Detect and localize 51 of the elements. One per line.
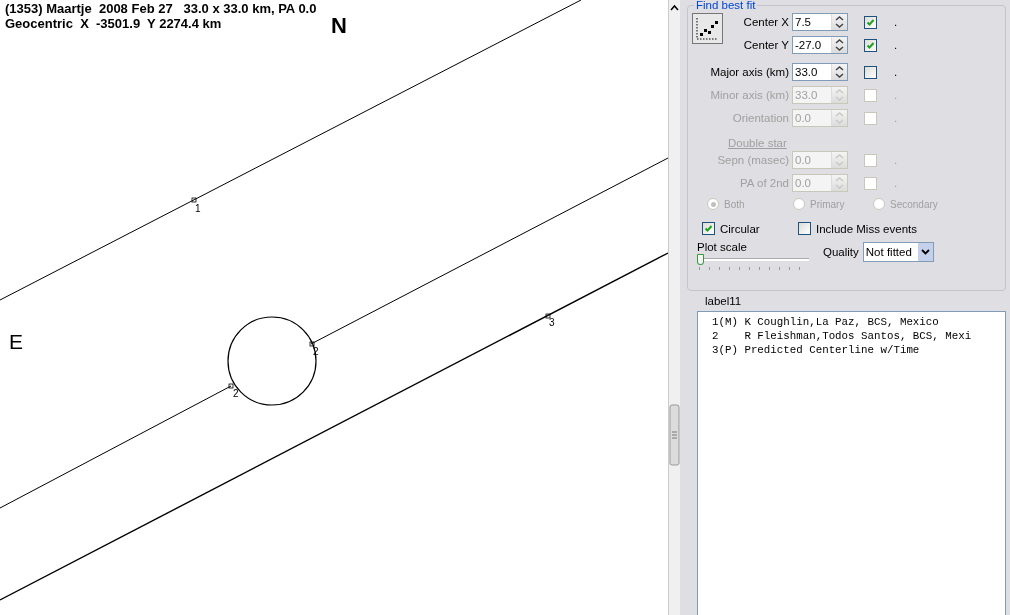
list-label: label11 bbox=[705, 294, 742, 308]
field-label: Minor axis (km) bbox=[710, 89, 790, 101]
spin-field[interactable]: 33.0 bbox=[792, 63, 848, 81]
spin-field[interactable]: 7.5 bbox=[792, 13, 848, 31]
quality-dropdown[interactable]: Not fitted bbox=[862, 242, 934, 262]
checkbox[interactable] bbox=[798, 222, 811, 235]
chord-label: 2 bbox=[233, 388, 239, 399]
plot-scale-slider[interactable] bbox=[697, 254, 809, 264]
plot-scale-label: Plot scale bbox=[697, 241, 748, 253]
checkbox-label: . bbox=[893, 66, 899, 78]
checkbox-label: . bbox=[893, 39, 899, 51]
checkbox[interactable] bbox=[864, 15, 877, 29]
field-label: PA of 2nd bbox=[739, 177, 790, 189]
field-label: Center Y bbox=[743, 39, 790, 51]
field-label: Center X bbox=[743, 16, 790, 28]
checkbox-label: . bbox=[893, 112, 899, 124]
north-label: N bbox=[331, 14, 347, 38]
field-label: Sepn (masec) bbox=[717, 154, 790, 166]
checkbox-label: . bbox=[893, 89, 899, 101]
checkbox[interactable] bbox=[864, 38, 877, 52]
radio-label: Primary bbox=[810, 198, 845, 210]
event-marker bbox=[309, 341, 315, 347]
checkbox[interactable] bbox=[702, 222, 715, 235]
event-title: (1353) Maartje 2008 Feb 27 33.0 x 33.0 km, PA 0.0 bbox=[5, 1, 317, 16]
quality-label: Quality bbox=[823, 246, 859, 258]
list-item[interactable]: 2 R Fleishman,Todos Santos, BCS, Mexi bbox=[712, 329, 972, 343]
chord-label: 3 bbox=[549, 317, 555, 328]
checkbox-label: . bbox=[893, 177, 899, 189]
fit-chart-button[interactable] bbox=[692, 13, 723, 44]
field-label: Major axis (km) bbox=[710, 66, 790, 78]
east-label: E bbox=[9, 330, 23, 354]
slider-thumb[interactable] bbox=[697, 254, 704, 265]
checkbox-label: . bbox=[893, 16, 899, 28]
list-item[interactable]: 3(P) Predicted Centerline w/Time bbox=[712, 343, 920, 357]
radio-label: Secondary bbox=[890, 198, 938, 210]
checkbox-label: Circular bbox=[720, 222, 760, 235]
checkbox[interactable] bbox=[864, 65, 877, 79]
radio-label: Both bbox=[724, 198, 745, 210]
scatter-chart-icon bbox=[695, 16, 720, 41]
scrollbar-drawing[interactable] bbox=[669, 0, 680, 615]
spin-field[interactable]: -27.0 bbox=[792, 36, 848, 54]
event-marker bbox=[228, 383, 234, 389]
event-marker bbox=[545, 313, 551, 319]
checkbox-label: Include Miss events bbox=[816, 222, 917, 235]
chord-label: 1 bbox=[195, 203, 201, 214]
event-marker bbox=[191, 197, 197, 203]
list-item[interactable]: 1(M) K Coughlin,La Paz, BCS, Mexico bbox=[712, 315, 939, 329]
checkbox-label: . bbox=[893, 154, 899, 166]
geocentric-coordinates: Geocentric X -3501.9 Y 2274.4 km bbox=[5, 16, 222, 31]
group-title: Find best fit bbox=[694, 0, 758, 12]
field-label: Orientation bbox=[732, 112, 790, 124]
